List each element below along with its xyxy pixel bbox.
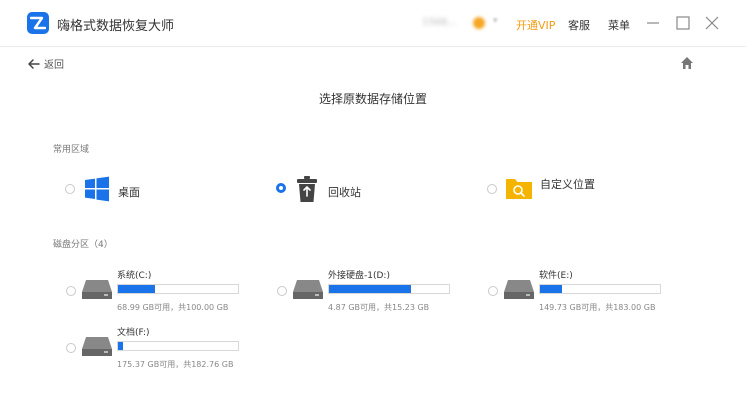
drive-info-c: 68.99 GB可用，共100.00 GB xyxy=(117,303,229,312)
radio-drive-f[interactable] xyxy=(66,343,76,353)
usage-bar-fill xyxy=(118,342,123,350)
disk-partitions-label: 磁盘分区（4） xyxy=(53,240,113,250)
radio-drive-e[interactable] xyxy=(488,286,498,296)
drive-name-c[interactable]: 系统(C:) xyxy=(117,268,151,281)
radio-drive-c[interactable] xyxy=(66,286,76,296)
windows-icon[interactable] xyxy=(84,176,110,202)
custom-folder-icon[interactable] xyxy=(505,176,533,200)
usage-bar-f xyxy=(117,341,239,351)
option-label-recycle-bin[interactable]: 回收站 xyxy=(328,184,361,200)
hard-drive-icon[interactable] xyxy=(503,278,535,300)
close-icon[interactable] xyxy=(703,14,721,32)
service-button[interactable]: 客服 xyxy=(568,17,590,33)
back-button[interactable]: 返回 xyxy=(28,56,64,71)
usage-bar-fill xyxy=(540,285,562,293)
hard-drive-icon[interactable] xyxy=(292,278,324,300)
option-label-desktop[interactable]: 桌面 xyxy=(118,184,140,200)
page-title: 选择原数据存储位置 xyxy=(318,92,427,106)
logo-icon xyxy=(30,16,46,30)
radio-drive-d[interactable] xyxy=(277,286,287,296)
common-area-label: 常用区域 xyxy=(53,145,90,155)
recycle-bin-icon[interactable] xyxy=(296,175,318,203)
drive-name-f[interactable]: 文档(F:) xyxy=(117,325,150,338)
drive-info-d: 4.87 GB可用，共15.23 GB xyxy=(328,303,430,312)
radio-custom-location[interactable] xyxy=(487,184,497,194)
hard-drive-icon[interactable] xyxy=(81,335,113,357)
usage-bar-fill xyxy=(329,285,411,293)
radio-desktop[interactable] xyxy=(65,184,75,194)
back-label: 返回 xyxy=(44,60,64,71)
usage-bar-d xyxy=(328,284,450,294)
vip-button[interactable]: 开通VIP xyxy=(516,17,555,33)
user-name[interactable]: 1566... xyxy=(422,17,457,28)
app-title: 嗨格式数据恢复大师 xyxy=(57,19,175,34)
menu-button[interactable]: 菜单 xyxy=(608,17,630,33)
minimize-icon[interactable] xyxy=(644,14,662,32)
drive-info-f: 175.37 GB可用，共182.76 GB xyxy=(117,360,234,369)
usage-bar-fill xyxy=(118,285,156,293)
hard-drive-icon[interactable] xyxy=(81,278,113,300)
drive-name-e[interactable]: 软件(E:) xyxy=(539,268,573,281)
app-logo xyxy=(27,12,49,34)
arrow-left-icon xyxy=(28,58,40,69)
drive-name-d[interactable]: 外接硬盘-1(D:) xyxy=(328,268,390,281)
drive-info-e: 149.73 GB可用，共183.00 GB xyxy=(539,303,656,312)
avatar[interactable] xyxy=(473,17,485,29)
radio-recycle-bin[interactable] xyxy=(276,183,286,193)
usage-bar-c xyxy=(117,284,239,294)
option-label-custom-location[interactable]: 自定义位置 xyxy=(540,176,595,192)
chevron-down-icon[interactable]: ▾ xyxy=(493,16,498,26)
usage-bar-e xyxy=(539,284,661,294)
header-divider xyxy=(0,46,746,47)
maximize-icon[interactable] xyxy=(674,14,692,32)
home-icon[interactable] xyxy=(680,56,694,70)
